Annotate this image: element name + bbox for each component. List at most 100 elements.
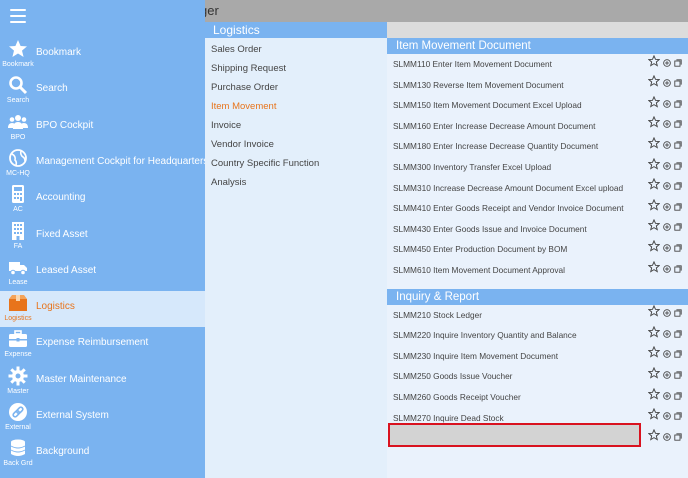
bookmark-star-icon[interactable] (647, 325, 661, 346)
document-row[interactable]: SLMM310 Increase Decrease Amount Documen… (387, 177, 688, 199)
submenu-item[interactable]: Sales Order (205, 40, 387, 59)
submenu-item[interactable]: Item Movement (205, 97, 387, 116)
bookmark-star-icon[interactable] (647, 304, 661, 325)
bookmark-star-icon[interactable] (647, 428, 661, 449)
add-circle-icon[interactable] (663, 157, 671, 178)
bookmark-star-icon[interactable] (647, 177, 661, 198)
bookmark-star-icon[interactable] (647, 260, 661, 281)
document-link[interactable]: SLMM310 Increase Decrease Amount Documen… (393, 178, 623, 199)
submenu-item[interactable]: Country Specific Function (205, 154, 387, 173)
add-circle-icon[interactable] (663, 74, 671, 95)
sidebar-item-bpo[interactable]: BPO BPO Cockpit (0, 110, 205, 146)
sidebar-item-bookmark[interactable]: Bookmark Bookmark (0, 37, 205, 73)
bookmark-star-icon[interactable] (647, 115, 661, 136)
sidebar-item-lease[interactable]: Lease Leased Asset (0, 255, 205, 291)
new-window-icon[interactable] (674, 115, 682, 136)
document-link[interactable]: SLMM260 Goods Receipt Voucher (393, 387, 521, 408)
document-row[interactable]: SLMM430 Enter Goods Issue and Invoice Do… (387, 219, 688, 240)
document-link[interactable]: SLMM430 Enter Goods Issue and Invoice Do… (393, 219, 587, 240)
document-row[interactable]: SLMM230 Inquire Item Movement Document (387, 346, 688, 367)
bookmark-star-icon[interactable] (647, 54, 661, 75)
sidebar-item-expense[interactable]: Expense Expense Reimbursement (0, 327, 205, 363)
new-window-icon[interactable] (674, 366, 682, 387)
bookmark-star-icon[interactable] (647, 157, 661, 178)
document-link[interactable]: SLMM110 Enter Item Movement Document (393, 54, 552, 75)
bookmark-star-icon[interactable] (647, 95, 661, 116)
document-row[interactable]: SLMM180 Enter Increase Decrease Quantity… (387, 136, 688, 157)
add-circle-icon[interactable] (663, 115, 671, 136)
new-window-icon[interactable] (674, 157, 682, 178)
add-circle-icon[interactable] (663, 304, 671, 325)
sidebar-item-back-grd[interactable]: Back Grd Background (0, 436, 205, 472)
hamburger-menu-icon[interactable] (10, 9, 26, 23)
add-circle-icon[interactable] (663, 428, 671, 449)
document-row[interactable]: SLMM260 Goods Receipt Voucher (387, 387, 688, 408)
bookmark-star-icon[interactable] (647, 218, 661, 239)
sidebar-item-ac[interactable]: AC Accounting (0, 182, 205, 218)
document-link[interactable]: SLMM230 Inquire Item Movement Document (393, 346, 558, 367)
bookmark-star-icon[interactable] (647, 366, 661, 387)
sidebar-item-search[interactable]: Search Search (0, 73, 205, 109)
new-window-icon[interactable] (674, 239, 682, 260)
document-link[interactable]: SLMM160 Enter Increase Decrease Amount D… (393, 116, 595, 137)
new-window-icon[interactable] (674, 218, 682, 239)
document-row[interactable]: SLMM250 Goods Issue Voucher (387, 366, 688, 387)
add-circle-icon[interactable] (663, 239, 671, 260)
add-circle-icon[interactable] (663, 54, 671, 75)
submenu-item[interactable]: Analysis (205, 173, 387, 192)
document-row[interactable]: SLMM110 Enter Item Movement Document (387, 54, 688, 75)
document-link[interactable]: SLMM450 Enter Production Document by BOM (393, 239, 567, 260)
sidebar-item-logistics[interactable]: Logistics Logistics (0, 291, 205, 327)
submenu-item[interactable]: Vendor Invoice (205, 135, 387, 154)
document-row[interactable]: SLMM150 Item Movement Document Excel Upl… (387, 95, 688, 116)
document-link[interactable]: SLMM250 Goods Issue Voucher (393, 366, 512, 387)
new-window-icon[interactable] (674, 304, 682, 325)
new-window-icon[interactable] (674, 54, 682, 75)
document-link[interactable]: SLMM220 Inquire Inventory Quantity and B… (393, 325, 577, 346)
new-window-icon[interactable] (674, 95, 682, 116)
bookmark-star-icon[interactable] (647, 198, 661, 219)
new-window-icon[interactable] (674, 260, 682, 281)
add-circle-icon[interactable] (663, 198, 671, 219)
sidebar-item-external[interactable]: External External System (0, 400, 205, 436)
submenu-item[interactable]: Shipping Request (205, 59, 387, 78)
new-window-icon[interactable] (674, 74, 682, 95)
document-link[interactable]: SLMM300 Inventory Transfer Excel Upload (393, 157, 551, 178)
document-link[interactable]: SLMM410 Enter Goods Receipt and Vendor I… (393, 198, 624, 219)
submenu-item[interactable]: Purchase Order (205, 78, 387, 97)
document-link[interactable]: SLMM130 Reverse Item Movement Document (393, 75, 564, 96)
sidebar-item-fa[interactable]: FA Fixed Asset (0, 219, 205, 255)
add-circle-icon[interactable] (663, 345, 671, 366)
add-circle-icon[interactable] (663, 136, 671, 157)
add-circle-icon[interactable] (663, 407, 671, 428)
new-window-icon[interactable] (674, 325, 682, 346)
bookmark-star-icon[interactable] (647, 74, 661, 95)
new-window-icon[interactable] (674, 387, 682, 408)
document-row[interactable]: SLMM410 Enter Goods Receipt and Vendor I… (387, 198, 688, 219)
document-row[interactable]: SLMM300 Inventory Transfer Excel Upload (387, 157, 688, 178)
add-circle-icon[interactable] (663, 366, 671, 387)
sidebar-item-mc-hq[interactable]: MC-HQ Management Cockpit for Headquarters (0, 146, 208, 182)
document-row[interactable]: SLMM220 Inquire Inventory Quantity and B… (387, 325, 688, 346)
submenu-item[interactable]: Invoice (205, 116, 387, 135)
add-circle-icon[interactable] (663, 260, 671, 281)
document-link[interactable]: SLMM210 Stock Ledger (393, 305, 482, 326)
bookmark-star-icon[interactable] (647, 345, 661, 366)
document-row[interactable]: SLMM210 Stock Ledger (387, 304, 688, 326)
bookmark-star-icon[interactable] (647, 239, 661, 260)
document-link[interactable]: SLMM150 Item Movement Document Excel Upl… (393, 95, 582, 116)
new-window-icon[interactable] (674, 136, 682, 157)
new-window-icon[interactable] (674, 345, 682, 366)
add-circle-icon[interactable] (663, 177, 671, 198)
add-circle-icon[interactable] (663, 387, 671, 408)
document-row[interactable]: SLMM160 Enter Increase Decrease Amount D… (387, 116, 688, 137)
document-row[interactable]: SLMM130 Reverse Item Movement Document (387, 75, 688, 96)
add-circle-icon[interactable] (663, 95, 671, 116)
document-row[interactable]: SLMM450 Enter Production Document by BOM (387, 239, 688, 260)
bookmark-star-icon[interactable] (647, 407, 661, 428)
sidebar-item-master[interactable]: Master Master Maintenance (0, 364, 205, 400)
new-window-icon[interactable] (674, 407, 682, 428)
bookmark-star-icon[interactable] (647, 387, 661, 408)
new-window-icon[interactable] (674, 177, 682, 198)
new-window-icon[interactable] (674, 428, 682, 449)
